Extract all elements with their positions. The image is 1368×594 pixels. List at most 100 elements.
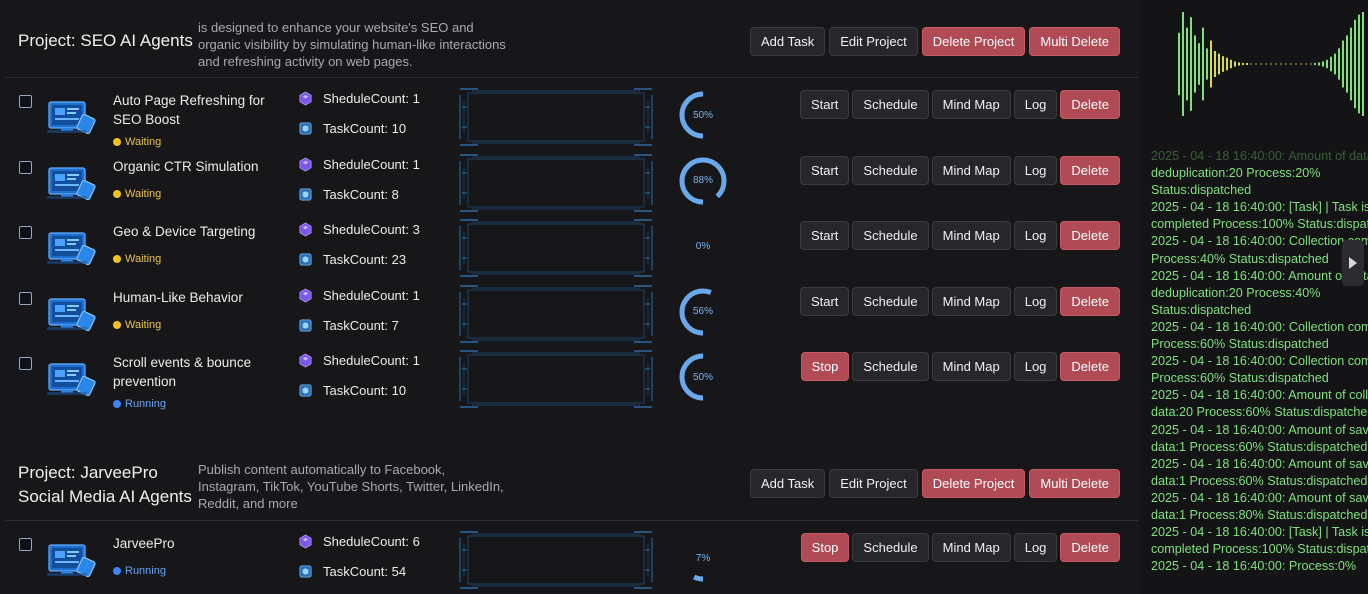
multi-delete-button[interactable]: Multi Delete bbox=[1029, 469, 1120, 498]
log-button[interactable]: Log bbox=[1013, 352, 1058, 381]
task-status: Running bbox=[113, 398, 166, 410]
waveform-bar bbox=[1226, 57, 1228, 71]
start-button[interactable]: Start bbox=[799, 286, 850, 316]
schedule-button[interactable]: Schedule bbox=[852, 221, 929, 250]
task-status: Waiting bbox=[113, 253, 161, 265]
task-count-text: TaskCount: 10 bbox=[323, 121, 407, 136]
task-thumbnail-icon bbox=[47, 96, 97, 136]
cube-icon bbox=[298, 318, 313, 333]
task-status: Running bbox=[113, 565, 166, 577]
progress-label: 88% bbox=[692, 175, 713, 186]
mind-map-button[interactable]: Mind Map bbox=[931, 533, 1011, 562]
delete-button[interactable]: Delete bbox=[1060, 533, 1120, 562]
task-checkbox[interactable] bbox=[19, 291, 32, 305]
delete-project-button[interactable]: Delete Project bbox=[921, 469, 1026, 498]
play-arrow-icon bbox=[1349, 257, 1357, 269]
preview-frame bbox=[458, 218, 654, 278]
start-button[interactable]: Start bbox=[799, 155, 850, 185]
delete-button[interactable]: Delete bbox=[1060, 286, 1120, 316]
status-text: Running bbox=[125, 565, 166, 577]
waveform-bar bbox=[1346, 35, 1348, 93]
delete-button[interactable]: Delete bbox=[1060, 352, 1120, 381]
schedule-button[interactable]: Schedule bbox=[852, 90, 929, 119]
waveform-bar bbox=[1318, 62, 1320, 66]
waveform-bar bbox=[1342, 40, 1344, 88]
mind-map-button[interactable]: Mind Map bbox=[931, 155, 1011, 185]
progress-label: 7% bbox=[695, 552, 711, 564]
project-title: Project: SEO AI Agents bbox=[18, 31, 193, 50]
delete-button[interactable]: Delete bbox=[1060, 155, 1120, 185]
waveform-bar bbox=[1178, 32, 1180, 96]
schedule-count: SheduleCount: 1 bbox=[298, 157, 420, 172]
log-line: 2025 - 04 - 18 16:40:00: Collection comp bbox=[1151, 319, 1368, 334]
task-row: Scroll events & bounce prevention Running… bbox=[5, 350, 1138, 417]
mind-map-button[interactable]: Mind Map bbox=[931, 286, 1011, 316]
mind-map-button[interactable]: Mind Map bbox=[931, 352, 1011, 381]
task-name: Human-Like Behavior bbox=[113, 289, 243, 305]
progress-label: 50% bbox=[692, 371, 713, 383]
schedule-count: SheduleCount: 1 bbox=[298, 288, 420, 303]
gem-icon bbox=[298, 91, 313, 106]
progress-label: 50% bbox=[692, 109, 713, 121]
waveform-bar bbox=[1354, 19, 1356, 109]
task-checkbox[interactable] bbox=[19, 95, 32, 108]
schedule-button[interactable]: Schedule bbox=[852, 155, 929, 185]
delete-button[interactable]: Delete bbox=[1060, 221, 1120, 250]
mind-map-button[interactable]: Mind Map bbox=[931, 90, 1011, 119]
stop-button[interactable]: Stop bbox=[800, 533, 850, 562]
task-status: Waiting bbox=[113, 136, 161, 148]
mind-map-button[interactable]: Mind Map bbox=[931, 221, 1011, 250]
task-count-text: TaskCount: 23 bbox=[323, 252, 407, 267]
task-count: TaskCount: 10 bbox=[298, 383, 406, 398]
status-text: Waiting bbox=[125, 318, 162, 331]
log-button[interactable]: Log bbox=[1013, 221, 1058, 250]
multi-delete-button[interactable]: Multi Delete bbox=[1029, 27, 1120, 56]
cube-icon bbox=[298, 187, 313, 202]
log-line: 2025 - 04 - 18 16:40:00: [Task] | Task i… bbox=[1151, 200, 1368, 215]
gem-icon bbox=[298, 157, 313, 172]
log-button[interactable]: Log bbox=[1013, 286, 1058, 316]
task-count-text: TaskCount: 10 bbox=[323, 383, 407, 398]
log-line: 2025 - 04 - 18 16:40:00: Amount of data bbox=[1151, 149, 1368, 163]
task-checkbox[interactable] bbox=[19, 538, 32, 551]
add-task-button[interactable]: Add Task bbox=[749, 469, 826, 498]
waveform-bar bbox=[1206, 48, 1208, 80]
expand-panel-button[interactable] bbox=[1342, 240, 1364, 286]
status-dot-icon bbox=[113, 567, 121, 575]
schedule-button[interactable]: Schedule bbox=[852, 352, 929, 381]
waveform-bar bbox=[1334, 53, 1336, 75]
log-button[interactable]: Log bbox=[1013, 90, 1058, 119]
schedule-button[interactable]: Schedule bbox=[852, 533, 929, 562]
log-button[interactable]: Log bbox=[1013, 155, 1058, 185]
schedule-count: SheduleCount: 3 bbox=[298, 222, 420, 237]
gem-icon bbox=[298, 353, 313, 368]
start-button[interactable]: Start bbox=[799, 90, 850, 119]
preview-frame bbox=[458, 87, 654, 147]
task-thumbnail-icon bbox=[47, 539, 97, 579]
delete-button[interactable]: Delete bbox=[1060, 90, 1120, 119]
delete-project-button[interactable]: Delete Project bbox=[921, 27, 1026, 56]
status-dot-icon bbox=[113, 400, 121, 408]
task-thumbnail-icon bbox=[47, 358, 97, 398]
task-count: TaskCount: 7 bbox=[298, 318, 399, 333]
add-task-button[interactable]: Add Task bbox=[749, 27, 826, 56]
schedule-button[interactable]: Schedule bbox=[852, 286, 929, 316]
log-output: 2025 - 04 - 18 16:40:00: Amount of data d… bbox=[1151, 148, 1368, 575]
stop-button[interactable]: Stop bbox=[800, 352, 850, 381]
gem-icon bbox=[298, 288, 313, 303]
task-checkbox[interactable] bbox=[19, 357, 32, 370]
audio-waveform bbox=[1178, 12, 1364, 116]
task-name: Geo & Device Targeting bbox=[113, 224, 256, 239]
progress-gauge: 50% bbox=[675, 349, 731, 405]
waveform-bar bbox=[1246, 62, 1248, 66]
log-line: data:1 Process:60% Status:dispatched bbox=[1151, 473, 1368, 488]
log-button[interactable]: Log bbox=[1013, 533, 1058, 562]
task-checkbox[interactable] bbox=[19, 226, 32, 239]
task-row: Human-Like Behavior Waiting SheduleCount: … bbox=[5, 284, 1138, 352]
waveform-bar bbox=[1322, 61, 1324, 67]
status-dot-icon bbox=[113, 255, 121, 263]
edit-project-button[interactable]: Edit Project bbox=[829, 27, 918, 56]
task-checkbox[interactable] bbox=[19, 160, 32, 174]
start-button[interactable]: Start bbox=[799, 221, 850, 250]
edit-project-button[interactable]: Edit Project bbox=[829, 469, 918, 498]
